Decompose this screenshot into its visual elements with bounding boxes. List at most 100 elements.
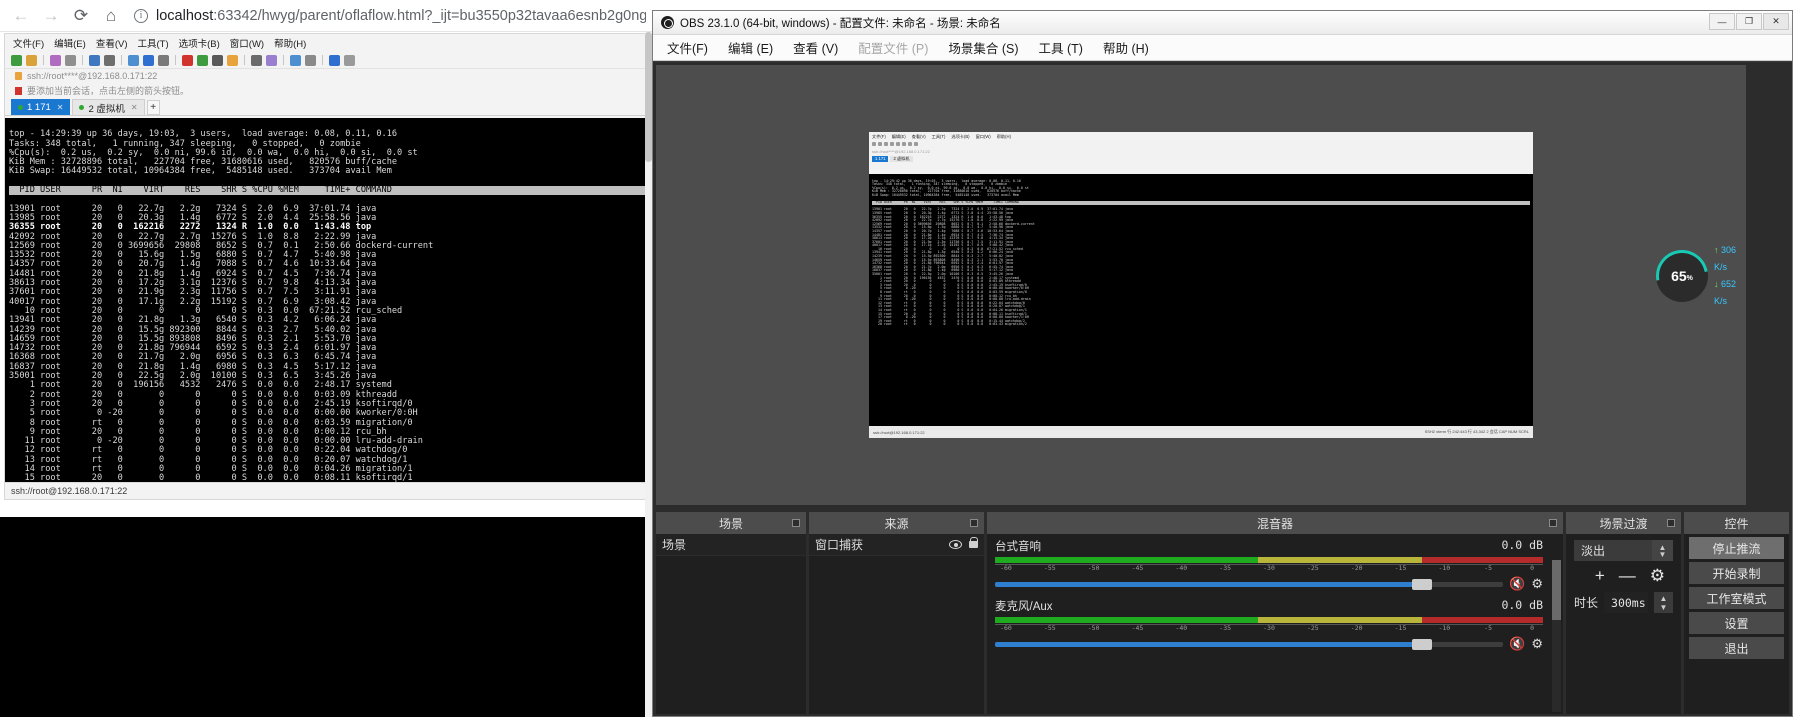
obs-menu-view[interactable]: 查看 (V)	[793, 38, 838, 57]
volume-slider-mic[interactable]	[995, 642, 1503, 647]
dock-mixer-popout-icon[interactable]	[1549, 519, 1557, 527]
transfer-icon[interactable]	[128, 55, 139, 66]
keyboard-icon[interactable]	[251, 55, 262, 66]
mixer-scrollbar-thumb[interactable]	[1552, 560, 1561, 620]
tab-close-icon[interactable]: ✕	[57, 103, 64, 112]
captured-toolbar-icon-4	[890, 142, 894, 146]
captured-toolbar-icon-7	[908, 142, 912, 146]
lock-icon[interactable]	[227, 55, 238, 66]
copy-icon[interactable]	[65, 55, 76, 66]
browser-toolbar: ← → ⟳ ⌂ i localhost:63342/hwyg/parent/of…	[0, 0, 652, 32]
obs-dock-row: 场景 场景 来源 窗	[656, 512, 1789, 714]
cut-icon[interactable]	[50, 55, 61, 66]
dock-mixer-title-text: 混音器	[1257, 515, 1293, 532]
obs-menu-tools[interactable]: 工具 (T)	[1039, 38, 1083, 57]
toolbar-separator-4	[175, 55, 176, 65]
reload-icon[interactable]: ⟳	[66, 1, 96, 31]
new-session-icon[interactable]	[11, 55, 22, 66]
xshell-menu-edit[interactable]: 编辑(E)	[54, 36, 86, 50]
minimize-button[interactable]: —	[1709, 13, 1735, 30]
highlight-icon[interactable]	[266, 55, 277, 66]
xshell-new-tab-button[interactable]: +	[147, 100, 160, 115]
gear-icon[interactable]: ⚙	[1650, 566, 1665, 586]
settings-button[interactable]: 设置	[1689, 612, 1784, 634]
source-item-label: 窗口捕获	[815, 536, 949, 553]
xshell-menu-file[interactable]: 文件(F)	[13, 36, 44, 50]
address-bar[interactable]: i localhost:63342/hwyg/parent/oflaflow.h…	[134, 4, 646, 28]
open-folder-icon[interactable]	[26, 55, 37, 66]
visibility-eye-icon[interactable]	[949, 540, 962, 549]
layout-icon[interactable]	[290, 55, 301, 66]
mic-tick--30: -30	[1263, 624, 1275, 632]
duration-input[interactable]: 300ms	[1604, 592, 1648, 613]
xshell-tab-vm[interactable]: 2 虚拟机 ✕	[72, 99, 144, 115]
grid-icon[interactable]	[305, 55, 316, 66]
xshell-menu-window[interactable]: 窗口(W)	[230, 36, 264, 50]
volume-slider-handle[interactable]	[1412, 579, 1432, 590]
search-icon[interactable]	[104, 55, 115, 66]
xshell-menu-view[interactable]: 查看(V)	[96, 36, 128, 50]
captured-status-right: SSH2 xterm 行 242:443 行 43,342 2 会话 CAP N…	[1425, 429, 1529, 435]
dock-scenes-body[interactable]: 场景	[656, 534, 806, 714]
xshell-menu-help[interactable]: 帮助(H)	[274, 36, 306, 50]
paste-icon[interactable]	[89, 55, 100, 66]
dock-sources-body[interactable]: 窗口捕获	[809, 534, 984, 714]
close-button[interactable]: ✕	[1763, 13, 1789, 30]
url-host: localhost	[156, 8, 213, 24]
duration-spinner[interactable]: ▲▼	[1654, 592, 1673, 613]
dock-sources-popout-icon[interactable]	[970, 519, 978, 527]
xshell-address-bar[interactable]: ssh://root****@192.168.0.171:22	[5, 68, 651, 83]
xshell-hint-bar: 要添加当前会话，点击左侧的箭头按钮。	[5, 83, 651, 98]
source-lock-icon[interactable]	[969, 541, 978, 548]
dock-scenes-popout-icon[interactable]	[792, 519, 800, 527]
tick--55: -55	[1044, 564, 1056, 572]
add-transition-button[interactable]: +	[1595, 566, 1605, 586]
mute-icon-mic[interactable]: 🔇	[1509, 636, 1525, 652]
obs-menu-file[interactable]: 文件(F)	[667, 38, 708, 57]
preview-canvas[interactable]: 文件(F) 编辑(E) 查看(V) 工具(T) 选项卡(B) 窗口(W) 帮助(…	[869, 132, 1533, 438]
comment-icon[interactable]	[344, 55, 355, 66]
xshell-menu-tools[interactable]: 工具(T)	[137, 36, 168, 50]
captured-tab-1: 1 171	[872, 156, 888, 162]
browser-scrollbar-thumb[interactable]	[645, 32, 652, 162]
volume-slider-desktop[interactable]	[995, 582, 1503, 587]
obs-menu-edit[interactable]: 编辑 (E)	[728, 38, 773, 57]
mixer-channel-desktop-controls: 🔇 ⚙	[995, 576, 1543, 592]
mixer-scrollbar[interactable]	[1552, 560, 1561, 712]
gear-icon-desktop[interactable]: ⚙	[1531, 576, 1543, 592]
dock-transitions-body: 淡出 ▲▼ + — ⚙ 时长 300ms ▲▼	[1566, 534, 1681, 714]
studio-mode-button[interactable]: 工作室模式	[1689, 587, 1784, 609]
gear-icon-mic[interactable]: ⚙	[1531, 636, 1543, 652]
back-icon[interactable]: ←	[6, 1, 36, 31]
obs-menu-scene-collection[interactable]: 场景集合 (S)	[948, 38, 1018, 57]
upload-speed-row: ↑ 306 K/s	[1714, 242, 1746, 276]
help-icon[interactable]	[329, 55, 340, 66]
home-icon[interactable]: ⌂	[96, 1, 126, 31]
obs-menu-profile[interactable]: 配置文件 (P)	[858, 38, 928, 57]
forward-icon[interactable]: →	[36, 1, 66, 31]
xshell-menu-tabs[interactable]: 选项卡(B)	[179, 36, 220, 50]
record-icon[interactable]	[182, 55, 193, 66]
maximize-button[interactable]: ❐	[1736, 13, 1762, 30]
xshell-tab-171[interactable]: 1 171 ✕	[11, 99, 70, 115]
compose-icon[interactable]	[158, 55, 169, 66]
obs-menu-help[interactable]: 帮助 (H)	[1103, 38, 1149, 57]
scene-list-item[interactable]: 场景	[656, 534, 806, 556]
globe-icon[interactable]	[143, 55, 154, 66]
stop-streaming-button[interactable]: 停止推流	[1689, 537, 1784, 559]
browser-scrollbar[interactable]	[645, 32, 652, 717]
transition-select-spinner[interactable]: ▲▼	[1652, 540, 1673, 561]
dock-transitions-popout-icon[interactable]	[1667, 519, 1675, 527]
terminal-output[interactable]: top - 14:29:39 up 36 days, 19:03, 3 user…	[5, 118, 651, 482]
fullscreen-icon[interactable]	[212, 55, 223, 66]
exit-button[interactable]: 退出	[1689, 637, 1784, 659]
volume-slider-handle-mic[interactable]	[1412, 639, 1432, 650]
start-recording-button[interactable]: 开始录制	[1689, 562, 1784, 584]
remove-transition-button[interactable]: —	[1619, 566, 1636, 586]
transition-select[interactable]: 淡出 ▲▼	[1574, 540, 1673, 561]
mute-icon-desktop[interactable]: 🔇	[1509, 576, 1525, 592]
site-info-icon[interactable]: i	[134, 9, 148, 23]
tab-close-icon-2[interactable]: ✕	[131, 103, 138, 112]
sync-icon[interactable]	[197, 55, 208, 66]
source-list-item[interactable]: 窗口捕获	[809, 534, 984, 556]
